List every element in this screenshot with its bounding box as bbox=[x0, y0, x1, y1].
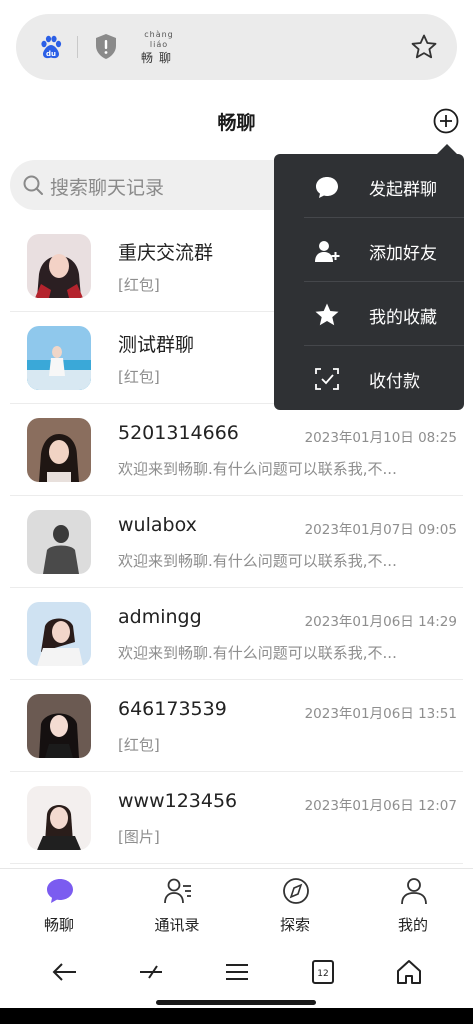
chat-preview: [红包] bbox=[118, 736, 160, 754]
tab-label: 我的 bbox=[397, 916, 428, 934]
chat-preview: 欢迎来到畅聊.有什么问题可以联系我,不... bbox=[118, 552, 397, 570]
tab-label: 通讯录 bbox=[154, 916, 200, 934]
chat-name: wulabox bbox=[118, 514, 197, 536]
compass-icon bbox=[283, 878, 309, 904]
browser-bar: du chàng liáo 畅聊 bbox=[0, 0, 473, 92]
menu-label: 发起群聊 bbox=[369, 180, 437, 200]
avatar bbox=[27, 234, 91, 298]
chat-name: 测试群聊 bbox=[118, 334, 195, 356]
chat-name: admingg bbox=[118, 606, 202, 628]
search-input[interactable]: 搜索聊天记录 bbox=[10, 160, 300, 210]
chat-row[interactable]: wulabox 欢迎来到畅聊.有什么问题可以联系我,不... 2023年01月0… bbox=[0, 496, 473, 588]
star-filled-icon bbox=[315, 303, 339, 326]
add-button[interactable] bbox=[433, 108, 459, 134]
address-divider bbox=[77, 36, 78, 58]
menu-label: 收付款 bbox=[369, 372, 420, 392]
row-divider bbox=[10, 863, 463, 864]
tabs-count-icon[interactable]: 12 bbox=[309, 958, 337, 986]
menu-item-group-chat[interactable]: 发起群聊 bbox=[274, 154, 464, 218]
menu-label: 添加好友 bbox=[369, 244, 437, 264]
chat-preview: 欢迎来到畅聊.有什么问题可以联系我,不... bbox=[118, 460, 397, 478]
shield-icon[interactable] bbox=[94, 33, 118, 60]
chat-time: 2023年01月06日 14:29 bbox=[304, 614, 457, 630]
back-arrow-icon[interactable] bbox=[51, 958, 79, 986]
avatar bbox=[27, 418, 91, 482]
chat-row[interactable]: 5201314666 欢迎来到畅聊.有什么问题可以联系我,不... 2023年0… bbox=[0, 404, 473, 496]
baidu-logo-icon[interactable]: du bbox=[38, 34, 64, 60]
chat-time: 2023年01月06日 13:51 bbox=[304, 706, 457, 722]
menu-item-payment[interactable]: 收付款 bbox=[274, 346, 464, 410]
avatar bbox=[27, 786, 91, 850]
avatar bbox=[27, 510, 91, 574]
menu-lines-icon[interactable] bbox=[223, 958, 251, 986]
add-menu: 发起群聊 添加好友 我的收藏 收付款 bbox=[274, 154, 464, 410]
chat-time: 2023年01月10日 08:25 bbox=[304, 430, 457, 446]
profile-icon bbox=[401, 878, 427, 905]
menu-arrow bbox=[437, 144, 457, 154]
chat-name: 5201314666 bbox=[118, 422, 239, 444]
chat-row[interactable]: admingg 欢迎来到畅聊.有什么问题可以联系我,不... 2023年01月0… bbox=[0, 588, 473, 680]
address-bar[interactable]: du chàng liáo 畅聊 bbox=[16, 14, 457, 80]
payment-icon bbox=[315, 368, 339, 390]
chat-time: 2023年01月07日 09:05 bbox=[304, 522, 457, 538]
tab-label: 探索 bbox=[279, 916, 310, 934]
chat-preview: 欢迎来到畅聊.有什么问题可以联系我,不... bbox=[118, 644, 397, 662]
search-placeholder: 搜索聊天记录 bbox=[50, 177, 165, 199]
tab-label: 畅聊 bbox=[43, 916, 74, 934]
avatar bbox=[27, 326, 91, 390]
brand-hanzi: 畅聊 bbox=[140, 51, 177, 65]
star-icon[interactable] bbox=[410, 33, 438, 61]
screen-bottom-edge bbox=[0, 1008, 473, 1024]
svg-text:du: du bbox=[46, 50, 56, 58]
chat-row[interactable]: www123456 [图片] 2023年01月06日 12:07 bbox=[0, 772, 473, 864]
add-user-icon bbox=[315, 241, 340, 262]
tab-chat[interactable]: 畅聊 bbox=[0, 869, 118, 937]
tab-contacts[interactable]: 通讯录 bbox=[118, 869, 236, 937]
chat-name: www123456 bbox=[118, 790, 238, 812]
search-icon bbox=[23, 175, 43, 195]
page-title: 畅聊 bbox=[217, 112, 256, 134]
menu-label: 我的收藏 bbox=[369, 308, 437, 328]
brand-pinyin: chàng liáo bbox=[144, 30, 174, 49]
tab-explore[interactable]: 探索 bbox=[236, 869, 354, 937]
avatar bbox=[27, 602, 91, 666]
chat-preview: [图片] bbox=[118, 828, 160, 846]
menu-item-add-friend[interactable]: 添加好友 bbox=[274, 218, 464, 282]
gesture-bar[interactable] bbox=[156, 1000, 316, 1005]
tabs-count: 12 bbox=[317, 969, 328, 979]
chat-name: 646173539 bbox=[118, 698, 227, 720]
chat-name: 重庆交流群 bbox=[118, 242, 214, 264]
tab-profile[interactable]: 我的 bbox=[354, 869, 472, 937]
chat-icon bbox=[47, 879, 73, 903]
site-brand-mark: chàng liáo 畅聊 bbox=[134, 30, 184, 65]
app-header: 畅聊 bbox=[0, 92, 473, 150]
avatar bbox=[27, 694, 91, 758]
contacts-icon bbox=[164, 878, 191, 904]
bottom-tab-bar: 畅聊 通讯录 探索 我的 bbox=[0, 868, 473, 936]
menu-item-favorites[interactable]: 我的收藏 bbox=[274, 282, 464, 346]
home-icon[interactable] bbox=[395, 958, 423, 986]
chat-bubble-icon bbox=[316, 177, 338, 198]
browser-nav-bar: 12 bbox=[0, 936, 473, 1008]
forward-slash-icon[interactable] bbox=[137, 958, 165, 986]
chat-row[interactable]: 646173539 [红包] 2023年01月06日 13:51 bbox=[0, 680, 473, 772]
chat-time: 2023年01月06日 12:07 bbox=[304, 798, 457, 814]
